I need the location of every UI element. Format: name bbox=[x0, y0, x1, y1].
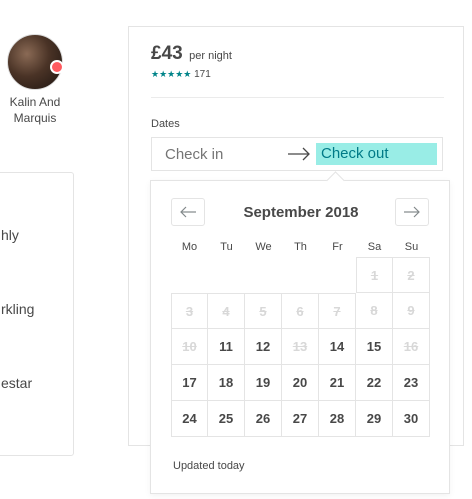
superhost-badge-icon bbox=[50, 60, 64, 74]
calendar-day[interactable]: 21 bbox=[319, 365, 356, 401]
arrow-right-icon bbox=[288, 147, 310, 161]
updated-note: Updated today bbox=[173, 460, 245, 472]
calendar-day-blocked: 1 bbox=[356, 257, 393, 293]
calendar-day[interactable]: 30 bbox=[393, 401, 430, 437]
calendar-day[interactable]: 11 bbox=[208, 329, 245, 365]
calendar-day[interactable]: 23 bbox=[393, 365, 430, 401]
price-amount: £43 bbox=[151, 43, 183, 64]
calendar-day-blocked: 13 bbox=[282, 329, 319, 365]
calendar-day-blocked: 6 bbox=[282, 293, 319, 329]
price: £43 per night bbox=[151, 43, 232, 65]
calendar-day-blocked: 16 bbox=[393, 329, 430, 365]
calendar-day[interactable]: 29 bbox=[356, 401, 393, 437]
calendar-day[interactable]: 20 bbox=[282, 365, 319, 401]
check-in-input[interactable]: Check in bbox=[165, 146, 223, 163]
weekday-label: Su bbox=[404, 241, 419, 253]
price-unit: per night bbox=[189, 50, 232, 62]
next-month-button[interactable] bbox=[395, 198, 429, 226]
calendar-day[interactable]: 12 bbox=[245, 329, 282, 365]
calendar-day[interactable]: 28 bbox=[319, 401, 356, 437]
calendar-day[interactable]: 15 bbox=[356, 329, 393, 365]
calendar-popup: September 2018 Mo Tu We Th Fr Sa Su 1234567891… bbox=[150, 171, 450, 494]
left-snippet: rkling bbox=[1, 301, 35, 317]
left-info-card: hly rkling estar bbox=[0, 172, 74, 456]
check-out-input[interactable]: Check out bbox=[316, 143, 437, 165]
arrow-right-icon bbox=[404, 206, 420, 218]
weekday-label: Mo bbox=[181, 241, 198, 253]
dates-picker: Check in Check out bbox=[151, 137, 443, 171]
host-name[interactable]: Kalin And Marquis bbox=[0, 94, 70, 126]
weekday-label: We bbox=[255, 241, 272, 253]
calendar-day-blocked: 3 bbox=[171, 293, 208, 329]
weekday-label: Sa bbox=[367, 241, 382, 253]
calendar-day[interactable]: 19 bbox=[245, 365, 282, 401]
calendar-day-blocked: 4 bbox=[208, 293, 245, 329]
calendar-day-blocked: 9 bbox=[393, 293, 430, 329]
weekday-label: Th bbox=[294, 241, 307, 253]
calendar-day[interactable]: 26 bbox=[245, 401, 282, 437]
calendar-day-blocked: 10 bbox=[171, 329, 208, 365]
calendar-day-blocked: 7 bbox=[319, 293, 356, 329]
review-count: 171 bbox=[194, 69, 211, 80]
calendar-day-blocked: 5 bbox=[245, 293, 282, 329]
calendar-day[interactable]: 27 bbox=[282, 401, 319, 437]
left-snippet: estar bbox=[1, 375, 33, 391]
calendar-day[interactable]: 25 bbox=[208, 401, 245, 437]
dates-label: Dates bbox=[151, 118, 180, 130]
star-rating-icon: ★★★★★ bbox=[151, 69, 192, 79]
weekday-label: Tu bbox=[220, 241, 233, 253]
left-snippet: hly bbox=[1, 227, 19, 243]
divider bbox=[151, 97, 444, 98]
calendar-day[interactable]: 22 bbox=[356, 365, 393, 401]
calendar-day-blocked: 8 bbox=[356, 293, 393, 329]
calendar-day[interactable]: 24 bbox=[171, 401, 208, 437]
calendar-day[interactable]: 14 bbox=[319, 329, 356, 365]
calendar-grid: 1 2 3 4 5 6 7 8 9 10 11 12 13 14 15 16 17 18 19 20 21 22 23 24 2… bbox=[171, 257, 430, 437]
calendar-day[interactable]: 17 bbox=[171, 365, 208, 401]
calendar-day-blocked: 2 bbox=[393, 257, 430, 293]
calendar-day[interactable]: 18 bbox=[208, 365, 245, 401]
weekday-label: Fr bbox=[332, 241, 343, 253]
rating[interactable]: ★★★★★ 171 bbox=[151, 69, 211, 80]
